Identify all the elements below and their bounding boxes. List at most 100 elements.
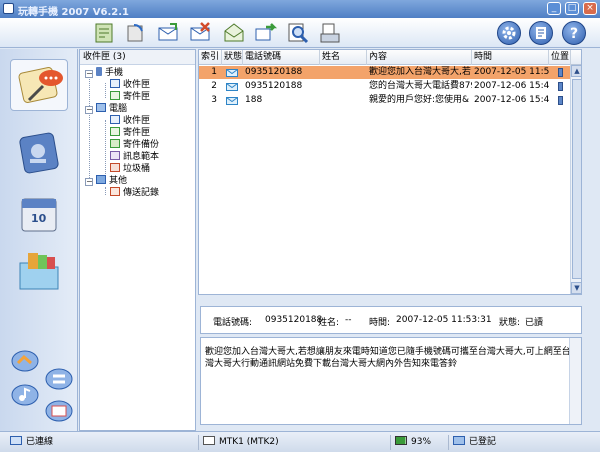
tree-item-phone-outbox[interactable]: 寄件匣 <box>110 91 150 103</box>
phone-icon <box>96 67 102 76</box>
delete-icon[interactable] <box>188 21 212 45</box>
tree-guide <box>105 120 106 176</box>
picture-icon[interactable] <box>44 399 74 423</box>
row-phone: 0935120188 <box>245 67 303 77</box>
row-index: 1 <box>211 67 217 77</box>
row-phone: 0935120188 <box>245 81 303 91</box>
scroll-down-arrow[interactable]: ▼ <box>571 282 581 294</box>
list-header: 索引 狀態 電話號碼 姓名 內容 時間 位置 <box>199 50 581 65</box>
tree-node-phone[interactable]: 手機 <box>96 67 123 79</box>
tree-item-phone-inbox[interactable]: 收件匣 <box>110 79 150 91</box>
column-status[interactable]: 狀態 <box>222 50 243 65</box>
read-envelope-icon <box>226 69 238 77</box>
row-name <box>320 80 367 93</box>
tree-node-pc[interactable]: 電腦 <box>96 103 127 115</box>
battery-icon <box>395 436 407 445</box>
column-name[interactable]: 姓名 <box>320 50 367 65</box>
window-title: 玩轉手機 2007 V6.2.1 <box>18 7 130 18</box>
backup-icon[interactable] <box>10 349 40 373</box>
registration-status: 已登記 <box>448 435 588 450</box>
sent-icon <box>110 139 120 148</box>
maximize-button[interactable]: □ <box>565 2 579 15</box>
trash-icon <box>110 163 120 172</box>
tree-item-pc-trash[interactable]: 垃圾桶 <box>110 163 150 175</box>
computer-icon <box>96 103 106 112</box>
svg-text:?: ? <box>570 26 578 42</box>
tree-node-other[interactable]: 其他 <box>96 175 127 187</box>
phone-model-status: MTK1 (MTK2) <box>198 435 388 450</box>
log-icon <box>110 187 120 196</box>
column-content[interactable]: 內容 <box>367 50 472 65</box>
expand-toggle[interactable]: − <box>85 106 93 114</box>
outbox-icon <box>110 127 120 136</box>
print-icon[interactable] <box>318 21 342 45</box>
tree-item-pc-outbox[interactable]: 寄件匣 <box>110 127 150 139</box>
tree-item-send-log[interactable]: 傳送記錄 <box>110 187 159 199</box>
list-scrollbar[interactable]: ▲ ▼ <box>570 65 581 294</box>
name-value: -- <box>345 315 352 325</box>
close-button[interactable]: × <box>583 2 597 15</box>
table-row[interactable]: 3 188 親愛的用戶您好:您使用& 2007-12-06 15:44 <box>199 94 571 107</box>
expand-toggle[interactable]: − <box>85 178 93 186</box>
tree-guide <box>89 74 90 184</box>
expand-toggle[interactable]: − <box>85 70 93 78</box>
svg-text:10: 10 <box>31 212 47 225</box>
tree-item-pc-sent[interactable]: 寄件備份 <box>110 139 159 151</box>
settings-icon[interactable] <box>497 21 521 45</box>
app-icon <box>3 3 14 14</box>
reply-icon[interactable] <box>124 21 148 45</box>
scroll-up-arrow[interactable]: ▲ <box>571 65 581 77</box>
row-index: 3 <box>211 95 217 105</box>
help-icon[interactable]: ? <box>562 21 586 45</box>
notes-icon[interactable] <box>529 21 553 45</box>
calendar-module-icon[interactable]: 10 <box>10 189 68 241</box>
time-value: 2007-12-05 11:53:31 <box>396 315 492 325</box>
toolbar: ? <box>0 18 600 48</box>
tree-item-pc-inbox[interactable]: 收件匣 <box>110 115 150 127</box>
folder-tree: 收件匣 (3) − 手機 收件匣 寄件匣 − 電腦 收件匣 寄件匣 寄件備份 訊… <box>79 49 196 431</box>
body-scrollbar[interactable] <box>569 338 581 424</box>
inbox-icon <box>110 79 120 88</box>
time-label: 時間: <box>369 318 391 328</box>
table-row[interactable]: 2 0935120188 您的台灣大哥大電話費879 2007-12-06 15… <box>199 80 571 93</box>
row-time: 2007-12-06 15:42 <box>474 81 549 91</box>
minimize-button[interactable]: _ <box>547 2 561 15</box>
row-name <box>320 94 367 107</box>
message-text: 歡迎您加入台灣大哥大,若想讓朋友來電時知道您已隨手機號碼可攜至台灣大哥大,可上網… <box>205 347 571 369</box>
row-content: 歡迎您加入台灣大哥大,若 <box>369 67 471 77</box>
phone-label: 電話號碼: <box>213 318 253 328</box>
tree-guide <box>105 187 106 195</box>
template-icon <box>110 151 120 160</box>
scroll-thumb[interactable] <box>572 79 581 279</box>
ringtone-icon[interactable] <box>10 383 40 407</box>
connection-status: 已連線 <box>6 435 196 450</box>
tree-guide <box>105 83 106 98</box>
column-phone[interactable]: 電話號碼 <box>243 50 320 65</box>
message-info-bar: 電話號碼: 0935120188 姓名: -- 時間: 2007-12-05 1… <box>200 306 582 334</box>
forward-icon[interactable] <box>156 21 180 45</box>
row-time: 2007-12-05 11:53 <box>474 67 549 77</box>
table-row[interactable]: 1 0935120188 歡迎您加入台灣大哥大,若 2007-12-05 11:… <box>199 66 571 79</box>
tree-item-pc-templates[interactable]: 訊息範本 <box>110 151 159 163</box>
read-envelope-icon <box>226 83 238 91</box>
column-index[interactable]: 索引 <box>199 50 222 65</box>
files-module-icon[interactable] <box>10 245 68 297</box>
search-icon[interactable] <box>286 21 310 45</box>
home-icon <box>203 436 215 445</box>
row-index: 2 <box>211 81 217 91</box>
read-envelope-icon <box>226 97 238 105</box>
module-rail: 10 <box>0 49 78 431</box>
new-message-icon[interactable] <box>92 21 116 45</box>
move-icon[interactable] <box>222 21 246 45</box>
messages-module-icon[interactable] <box>10 59 68 111</box>
column-location[interactable]: 位置 <box>549 50 571 65</box>
name-label: 姓名: <box>318 318 340 328</box>
status-label: 狀態: <box>499 318 521 328</box>
column-time[interactable]: 時間 <box>472 50 549 65</box>
sync-icon[interactable] <box>44 367 74 391</box>
contacts-module-icon[interactable] <box>10 127 68 179</box>
send-icon[interactable] <box>254 21 278 45</box>
connection-icon <box>10 436 22 445</box>
message-body[interactable]: 歡迎您加入台灣大哥大,若想讓朋友來電時知道您已隨手機號碼可攜至台灣大哥大,可上網… <box>200 337 582 425</box>
row-name <box>320 66 367 79</box>
